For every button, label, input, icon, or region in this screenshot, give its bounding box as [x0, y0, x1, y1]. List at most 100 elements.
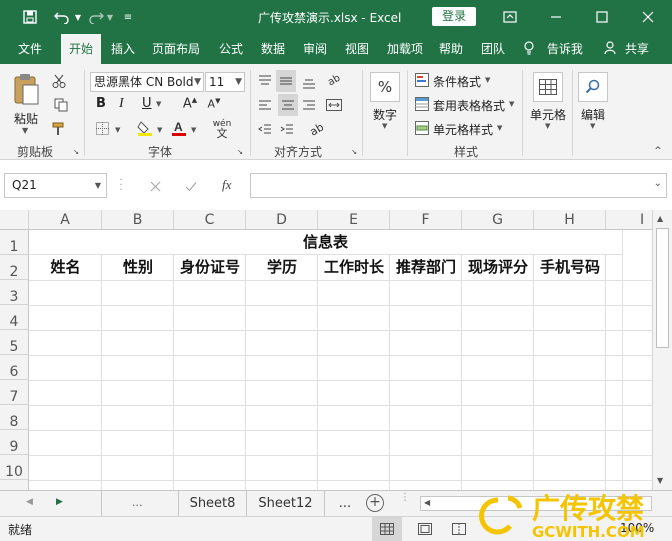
horizontal-scrollbar[interactable]: ◀	[420, 496, 652, 511]
customize-toolbar-icon[interactable]: ≡	[122, 9, 134, 25]
paste-icon[interactable]	[10, 72, 42, 108]
underline-dropdown-icon[interactable]: ▼	[156, 100, 161, 108]
tab-home[interactable]: 开始	[61, 34, 102, 64]
header-cell-education[interactable]: 学历	[246, 255, 318, 280]
sheet-title-cell[interactable]: 信息表	[29, 230, 622, 255]
fill-dropdown-icon[interactable]: ▼	[157, 126, 162, 134]
normal-view-icon[interactable]	[372, 517, 402, 541]
cancel-icon[interactable]	[146, 177, 164, 195]
number-format-button[interactable]: 数字	[373, 106, 397, 123]
percent-icon[interactable]: %	[370, 72, 400, 102]
row-header-9[interactable]: 9	[0, 430, 29, 455]
font-name-combo[interactable]: 思源黑体 CN Bold ▼	[90, 72, 204, 92]
font-size-combo[interactable]: 11 ▼	[205, 72, 245, 92]
sheet-overflow-right[interactable]: ...	[325, 491, 365, 516]
header-cell-id-number[interactable]: 身份证号	[174, 255, 246, 280]
row-header-8[interactable]: 8	[0, 405, 29, 430]
conditional-format-icon[interactable]	[414, 72, 430, 88]
decrease-indent-icon[interactable]	[256, 120, 274, 138]
add-sheet-icon[interactable]: +	[366, 494, 384, 512]
tab-formulas[interactable]: 公式	[219, 34, 243, 64]
select-all-corner[interactable]	[0, 210, 29, 230]
column-header-d[interactable]: D	[246, 210, 318, 230]
insert-function-icon[interactable]: fx	[222, 177, 231, 193]
expand-formula-icon[interactable]: ⌄	[654, 178, 662, 189]
column-header-e[interactable]: E	[318, 210, 390, 230]
scroll-left-icon[interactable]: ◀	[424, 498, 430, 507]
cut-icon[interactable]	[50, 72, 68, 90]
increase-font-icon[interactable]: A▲	[180, 94, 200, 114]
font-launcher-icon[interactable]: ↘	[236, 148, 244, 156]
header-cell-recommended-dept[interactable]: 推荐部门	[390, 255, 462, 280]
row-header-1[interactable]: 1	[0, 230, 29, 255]
align-bottom-icon[interactable]	[300, 74, 318, 92]
align-left-icon[interactable]	[256, 96, 274, 114]
enter-icon[interactable]	[182, 177, 200, 195]
maximize-icon[interactable]	[594, 9, 610, 25]
more-options-icon[interactable]: ⋮	[400, 493, 410, 503]
editing-dropdown-icon[interactable]: ▼	[590, 122, 595, 130]
scroll-up-icon[interactable]: ▲	[657, 214, 663, 223]
alignment-launcher-icon[interactable]: ↘	[350, 148, 358, 156]
row-header-10[interactable]: 10	[0, 455, 29, 480]
align-top-icon[interactable]	[256, 72, 274, 90]
header-cell-phone[interactable]: 手机号码	[534, 255, 606, 280]
cells-icon[interactable]	[533, 72, 563, 102]
copy-icon[interactable]	[50, 96, 72, 114]
underline-button[interactable]: U	[142, 96, 152, 111]
number-dropdown-icon[interactable]: ▼	[382, 122, 387, 130]
cells-button[interactable]: 单元格	[530, 106, 566, 123]
tab-addins[interactable]: 加载项	[387, 34, 423, 64]
row-header-5[interactable]: 5	[0, 330, 29, 355]
formula-input[interactable]: ⌄	[250, 173, 667, 198]
align-right-icon[interactable]	[300, 96, 318, 114]
format-painter-icon[interactable]	[50, 120, 68, 138]
header-cell-onsite-score[interactable]: 现场评分	[462, 255, 534, 280]
decrease-font-icon[interactable]: A▼	[204, 94, 224, 114]
vertical-scrollbar[interactable]: ▲ ▼	[652, 210, 672, 490]
tab-data[interactable]: 数据	[261, 34, 285, 64]
zoom-level[interactable]: 100%	[620, 521, 654, 535]
paste-label[interactable]: 粘贴	[14, 110, 38, 127]
search-icon[interactable]	[578, 72, 608, 102]
tab-insert[interactable]: 插入	[111, 34, 135, 64]
conditional-format-button[interactable]: 条件格式	[433, 73, 481, 90]
sheet-tab-sheet12[interactable]: Sheet12	[247, 491, 325, 516]
tab-page-layout[interactable]: 页面布局	[152, 34, 200, 64]
column-header-i[interactable]: I	[606, 210, 652, 230]
paste-dropdown-icon[interactable]: ▼	[22, 126, 28, 135]
row-header-4[interactable]: 4	[0, 305, 29, 330]
phonetic-icon[interactable]: wén 文	[210, 119, 234, 140]
orientation-icon[interactable]: ab	[324, 70, 344, 90]
column-header-a[interactable]: A	[29, 210, 102, 230]
page-layout-view-icon[interactable]	[412, 517, 438, 541]
collapse-ribbon-icon[interactable]: ^	[652, 146, 664, 156]
login-button[interactable]: 登录	[432, 7, 476, 26]
sheet-overflow-left[interactable]: ...	[132, 496, 143, 509]
header-cell-name[interactable]: 姓名	[29, 255, 102, 280]
undo-dropdown-icon[interactable]: ▼	[74, 9, 82, 25]
font-color-dropdown-icon[interactable]: ▼	[191, 126, 196, 134]
scroll-down-icon[interactable]: ▼	[657, 476, 663, 485]
sheet-tab-sheet8[interactable]: Sheet8	[179, 491, 247, 516]
page-break-view-icon[interactable]	[446, 517, 472, 541]
scroll-thumb[interactable]	[656, 228, 669, 348]
save-icon[interactable]	[22, 9, 38, 25]
column-header-h[interactable]: H	[534, 210, 606, 230]
close-icon[interactable]	[640, 9, 656, 25]
ribbon-display-icon[interactable]	[502, 9, 518, 25]
wrap-text-icon[interactable]: ab	[306, 120, 328, 138]
fill-color-icon[interactable]	[136, 119, 154, 137]
prev-sheet-icon[interactable]: ◀	[26, 497, 33, 507]
border-icon[interactable]	[94, 120, 110, 136]
minimize-icon[interactable]	[548, 9, 564, 25]
align-center-icon[interactable]	[278, 94, 298, 116]
tab-view[interactable]: 视图	[345, 34, 369, 64]
bold-button[interactable]: B	[96, 96, 106, 111]
tab-help[interactable]: 帮助	[439, 34, 463, 64]
row-header-11[interactable]	[0, 480, 29, 490]
row-header-3[interactable]: 3	[0, 280, 29, 305]
row-header-6[interactable]: 6	[0, 355, 29, 380]
column-header-g[interactable]: G	[462, 210, 534, 230]
name-box[interactable]: Q21 ▼	[4, 173, 107, 198]
